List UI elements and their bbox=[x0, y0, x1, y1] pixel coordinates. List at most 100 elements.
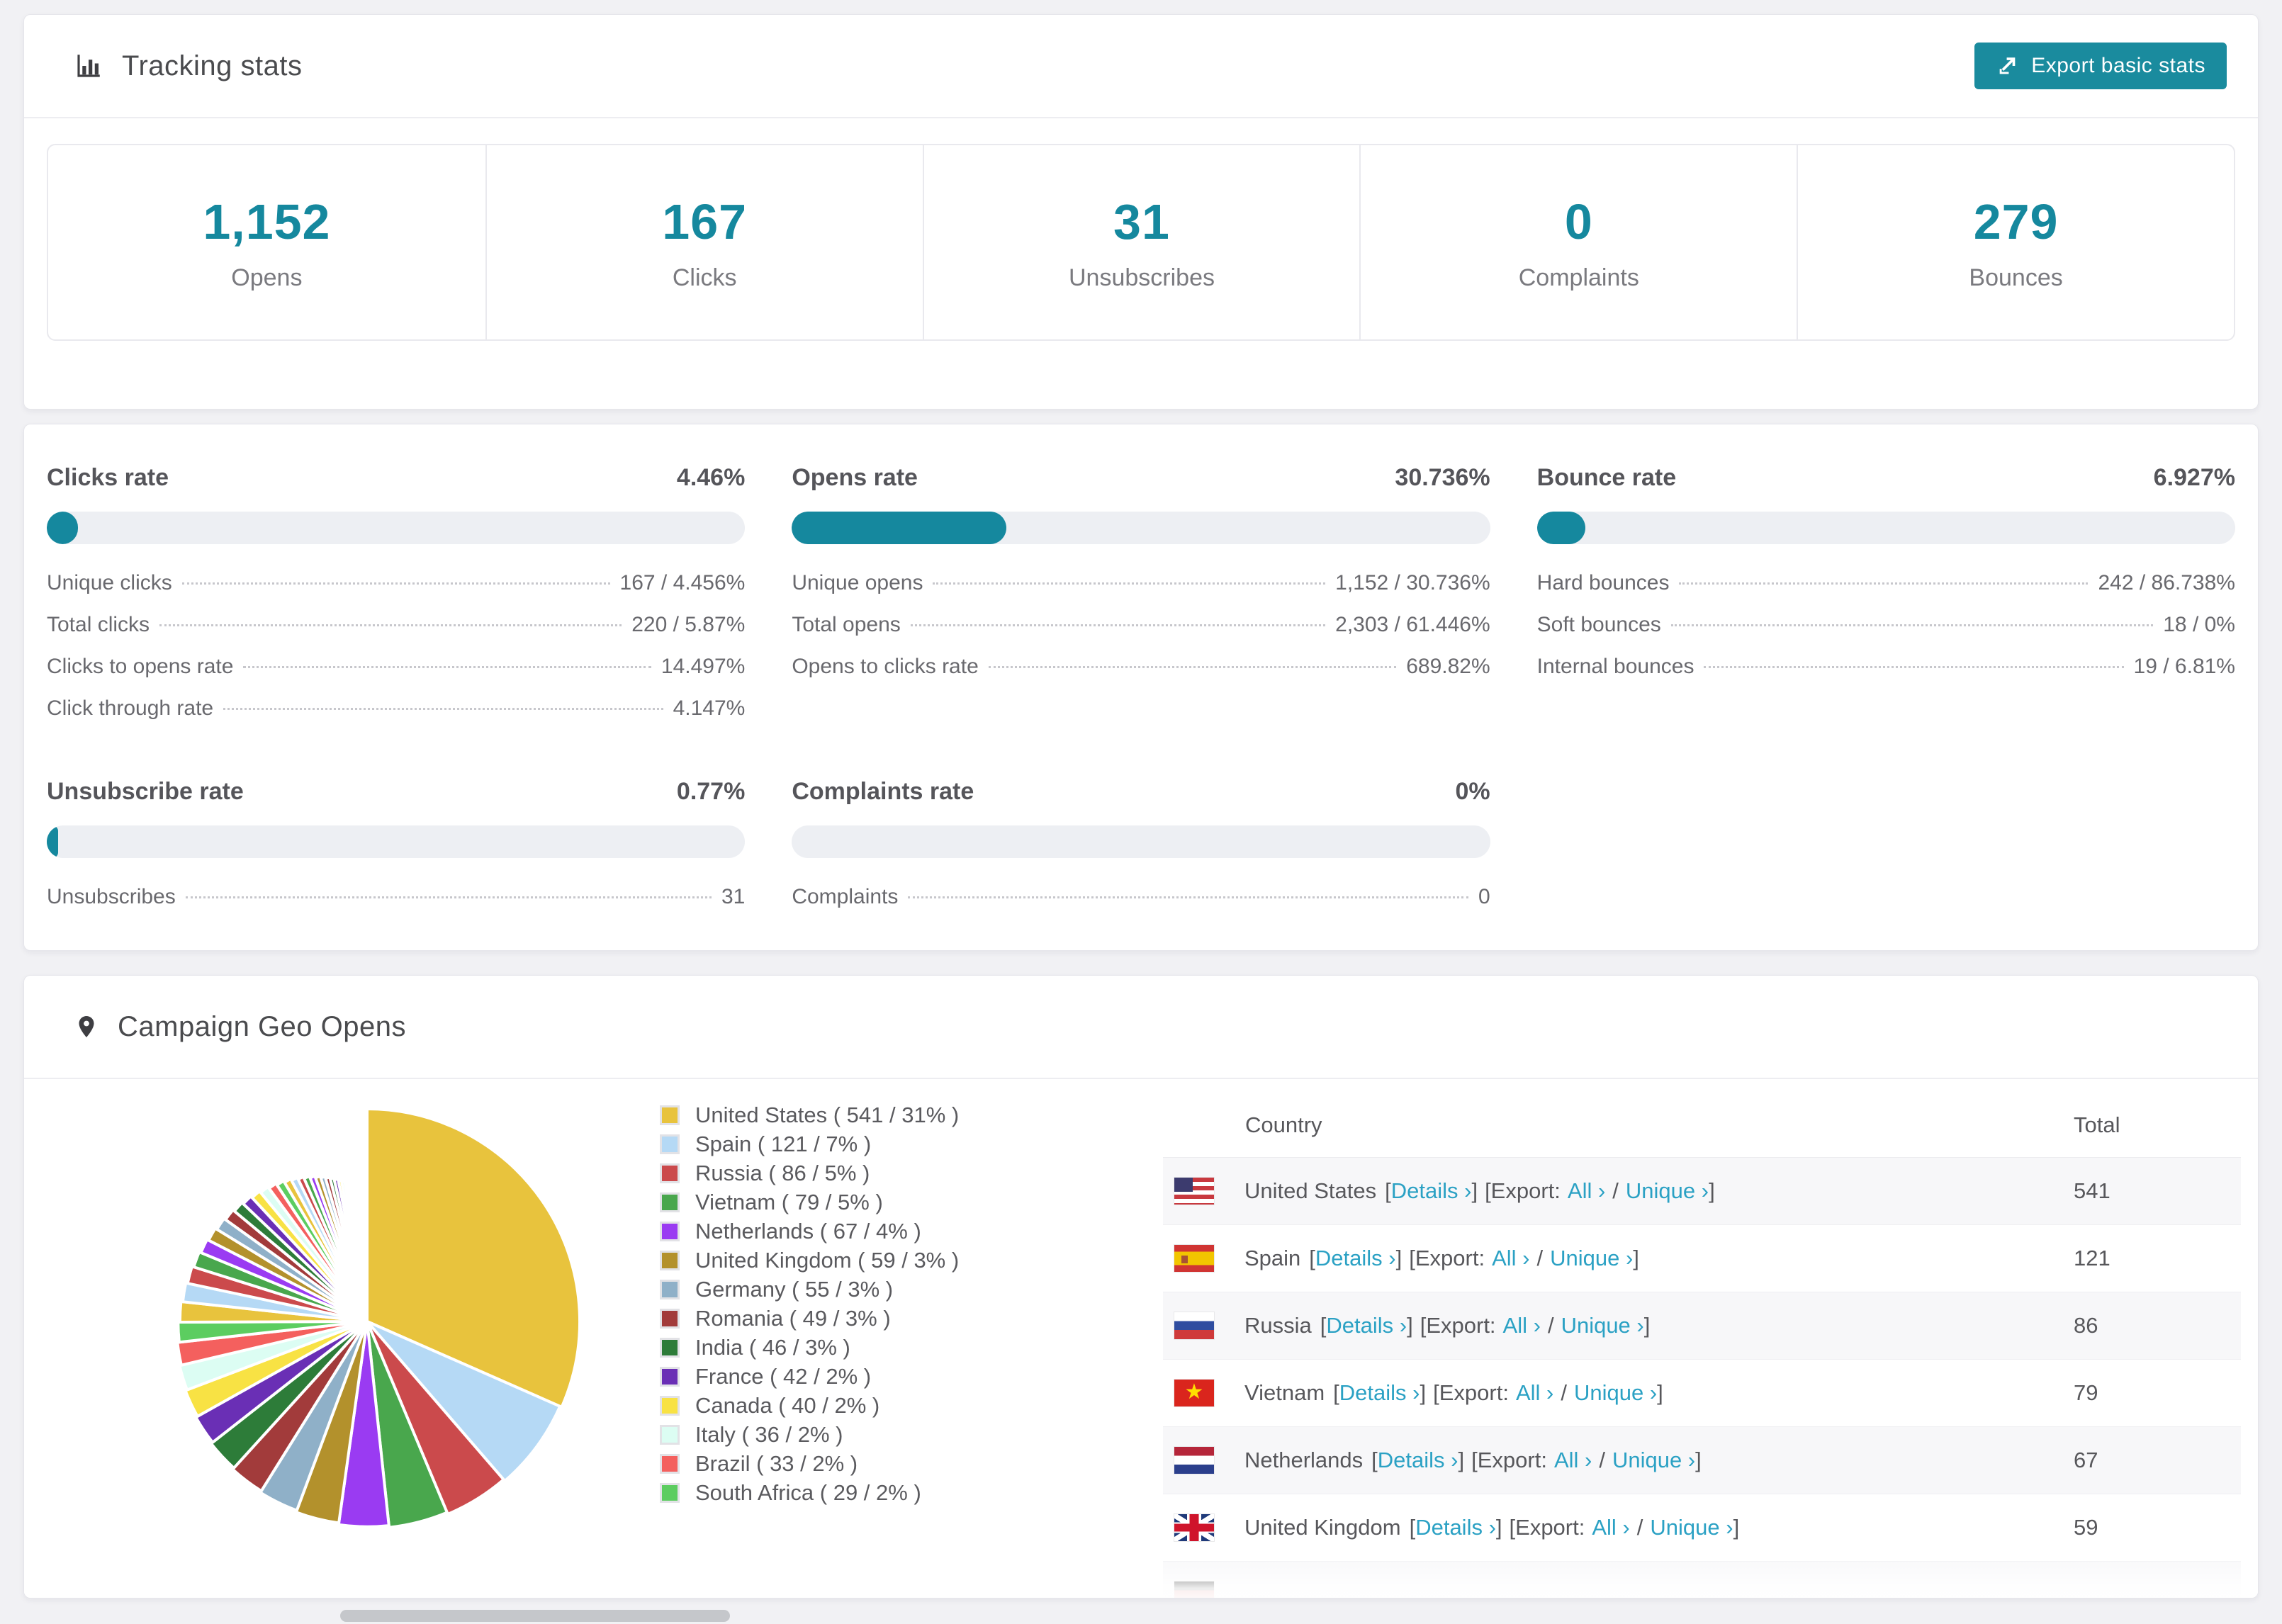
flag-ru-icon bbox=[1174, 1312, 1215, 1340]
progress-bar-fill bbox=[47, 512, 78, 544]
stat-row: Hard bounces 242 / 86.738% bbox=[1537, 571, 2235, 613]
dotted-leader bbox=[185, 896, 712, 898]
flag-gb-icon bbox=[1174, 1513, 1215, 1542]
rate-title: Bounce rate bbox=[1536, 464, 1677, 491]
export-all-link[interactable]: All › bbox=[1492, 1246, 1529, 1271]
export-icon bbox=[1996, 54, 2020, 78]
legend-item: France ( 42 / 2% ) bbox=[660, 1362, 959, 1391]
export-all-link[interactable]: All › bbox=[1592, 1515, 1629, 1540]
geo-opens-pie-chart bbox=[176, 1107, 582, 1529]
stat-value: 1,152 / 30.736% bbox=[1335, 571, 1490, 594]
bar-chart-icon bbox=[74, 51, 103, 81]
stat-value: 19 / 6.81% bbox=[2133, 655, 2235, 678]
country-name: Netherlands bbox=[1244, 1448, 1364, 1472]
geo-table-row: Spain[Details ›] [Export: All › / Unique ›] … bbox=[1163, 1225, 2241, 1292]
geo-table-row: United Kingdom[Details ›] [Export: All › / U… bbox=[1163, 1494, 2241, 1562]
campaign-geo-opens-card: Campaign Geo Opens United States ( 541 /… bbox=[23, 975, 2259, 1598]
rates-grid: Clicks rate 4.46% Unique clicks 167 / 4.… bbox=[24, 424, 2258, 927]
rate-value: 30.736% bbox=[1395, 464, 1490, 491]
export-unique-link[interactable]: Unique › bbox=[1561, 1313, 1644, 1338]
stat-value: 167 / 4.456% bbox=[619, 571, 746, 594]
rate-head: Complaints rate 0% bbox=[792, 778, 1490, 806]
total-cell: 86 bbox=[2074, 1313, 2098, 1338]
stat-label: Opens to clicks rate bbox=[792, 655, 979, 678]
counter-cell: 279 Bounces bbox=[1797, 145, 2234, 339]
progress-bar-fill bbox=[792, 512, 1007, 544]
country-cell: Netherlands[Details ›] [Export: All › / Uniq… bbox=[1244, 1448, 1702, 1473]
geo-body: United States ( 541 / 31% ) Spain ( 121 … bbox=[24, 1079, 2258, 1598]
column-header-country: Country bbox=[1245, 1112, 1322, 1137]
stat-value: 14.497% bbox=[661, 655, 746, 678]
export-all-link[interactable]: All › bbox=[1568, 1178, 1605, 1204]
legend-label: Italy ( 36 / 2% ) bbox=[695, 1421, 843, 1447]
counter-value: 167 bbox=[662, 193, 748, 249]
details-link[interactable]: Details › bbox=[1315, 1246, 1396, 1271]
dotted-leader bbox=[908, 896, 1468, 898]
counter-cell: 167 Clicks bbox=[485, 145, 923, 339]
country-name: Russia bbox=[1244, 1313, 1312, 1338]
rate-panel: Complaints rate 0% Complaints 0 bbox=[792, 778, 1490, 927]
rate-panel: Opens rate 30.736% Unique opens 1,152 / … bbox=[792, 464, 1490, 738]
details-link[interactable]: Details › bbox=[1339, 1380, 1420, 1406]
dotted-leader bbox=[243, 666, 651, 668]
export-unique-link[interactable]: Unique › bbox=[1574, 1380, 1657, 1406]
horizontal-scrollbar-thumb[interactable] bbox=[340, 1610, 730, 1622]
counter-value: 0 bbox=[1564, 193, 1593, 249]
legend-item: United Kingdom ( 59 / 3% ) bbox=[660, 1246, 959, 1275]
rate-value: 4.46% bbox=[676, 464, 746, 491]
rate-rows: Unique opens 1,152 / 30.736% Total opens… bbox=[792, 571, 1490, 697]
progress-bar bbox=[792, 825, 1490, 858]
dotted-leader bbox=[988, 666, 1397, 668]
legend-label: Netherlands ( 67 / 4% ) bbox=[695, 1218, 921, 1244]
export-unique-link[interactable]: Unique › bbox=[1626, 1178, 1709, 1204]
rate-rows: Unique clicks 167 / 4.456% Total clicks … bbox=[47, 571, 745, 738]
tracking-stats-card: Tracking stats Export basic stats 1,152 … bbox=[23, 14, 2259, 410]
geo-table-row-partial bbox=[1163, 1562, 2241, 1598]
legend-label: Romania ( 49 / 3% ) bbox=[695, 1305, 891, 1331]
rate-panel: Unsubscribe rate 0.77% Unsubscribes 31 bbox=[47, 778, 746, 927]
legend-swatch bbox=[660, 1192, 680, 1212]
counter-value: 31 bbox=[1113, 193, 1170, 249]
legend-label: Spain ( 121 / 7% ) bbox=[695, 1131, 872, 1156]
legend-label: Brazil ( 33 / 2% ) bbox=[695, 1450, 858, 1476]
export-unique-link[interactable]: Unique › bbox=[1650, 1515, 1733, 1540]
geo-table-row: United States[Details ›] [Export: All › / Un… bbox=[1163, 1158, 2241, 1225]
export-all-link[interactable]: All › bbox=[1516, 1380, 1553, 1406]
dotted-leader bbox=[181, 582, 610, 585]
stat-value: 242 / 86.738% bbox=[2098, 571, 2235, 594]
details-link[interactable]: Details › bbox=[1415, 1515, 1496, 1540]
legend-swatch bbox=[660, 1163, 680, 1183]
legend-label: United States ( 541 / 31% ) bbox=[695, 1102, 960, 1127]
details-link[interactable]: Details › bbox=[1378, 1448, 1458, 1473]
counters-box: 1,152 Opens 167 Clicks 31 Unsubscribes 0… bbox=[47, 144, 2235, 341]
legend-item: Romania ( 49 / 3% ) bbox=[660, 1304, 959, 1333]
legend-swatch bbox=[660, 1366, 680, 1387]
dotted-leader bbox=[159, 624, 622, 626]
export-all-link[interactable]: All › bbox=[1554, 1448, 1592, 1473]
geo-table: Country Total United States[Details ›] [E… bbox=[1163, 1093, 2241, 1598]
export-unique-link[interactable]: Unique › bbox=[1612, 1448, 1695, 1473]
export-all-link[interactable]: All › bbox=[1503, 1313, 1541, 1338]
export-basic-stats-button[interactable]: Export basic stats bbox=[1974, 43, 2227, 89]
details-link[interactable]: Details › bbox=[1326, 1313, 1407, 1338]
country-name: Vietnam bbox=[1244, 1380, 1325, 1405]
stat-row: Total opens 2,303 / 61.446% bbox=[792, 613, 1490, 655]
dotted-leader bbox=[223, 708, 663, 710]
legend-label: Canada ( 40 / 2% ) bbox=[695, 1392, 880, 1418]
counter-label: Unsubscribes bbox=[1069, 264, 1215, 291]
flag-es-icon bbox=[1174, 1244, 1215, 1273]
details-link[interactable]: Details › bbox=[1391, 1178, 1472, 1204]
export-unique-link[interactable]: Unique › bbox=[1550, 1246, 1633, 1271]
tracking-stats-title: Tracking stats bbox=[74, 50, 302, 82]
geo-header: Campaign Geo Opens bbox=[24, 976, 2258, 1079]
stat-label: Unique clicks bbox=[47, 571, 172, 594]
legend-swatch bbox=[660, 1337, 680, 1358]
rate-head: Clicks rate 4.46% bbox=[47, 464, 745, 492]
progress-bar-fill bbox=[47, 825, 58, 858]
legend-swatch bbox=[660, 1308, 680, 1329]
counter-value: 1,152 bbox=[203, 193, 331, 249]
dotted-leader bbox=[933, 582, 1326, 585]
legend-swatch bbox=[660, 1424, 680, 1445]
stat-value: 4.147% bbox=[673, 697, 746, 720]
map-pin-icon bbox=[74, 1011, 99, 1042]
